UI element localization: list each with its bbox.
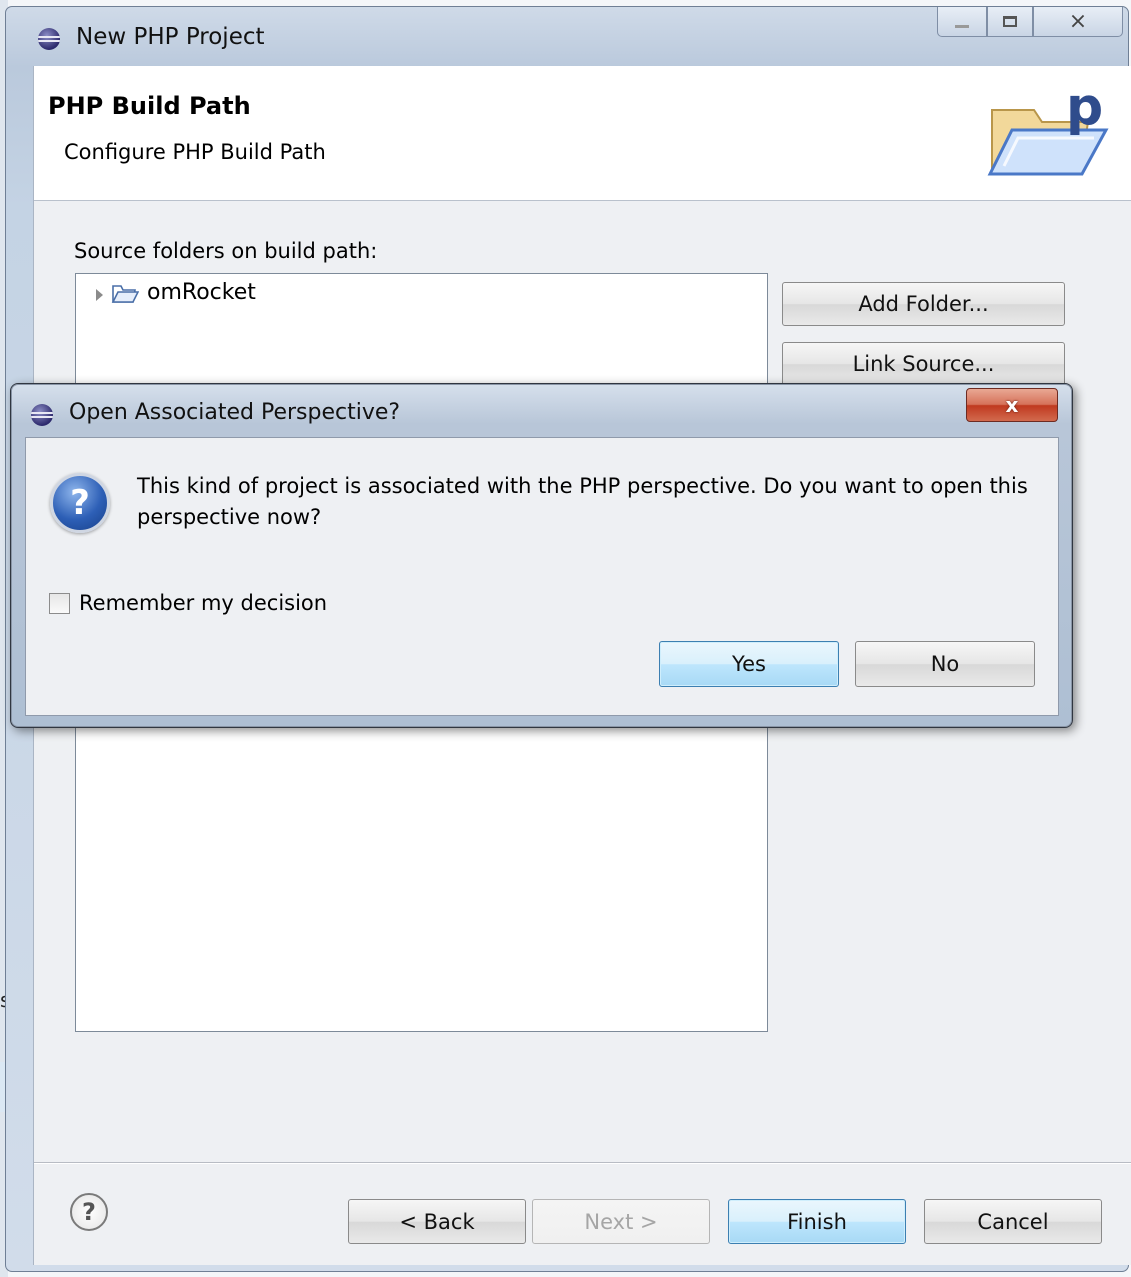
link-source-button[interactable]: Link Source... (782, 342, 1065, 386)
next-button[interactable]: Next > (532, 1199, 710, 1244)
expand-arrow-icon[interactable] (96, 288, 103, 301)
dialog-body: ? This kind of project is associated wit… (25, 437, 1059, 716)
dialog-close-button[interactable]: x (966, 388, 1058, 422)
source-folders-label: Source folders on build path: (74, 239, 378, 263)
dialog-message: This kind of project is associated with … (137, 474, 1028, 529)
eclipse-icon (38, 28, 60, 50)
maximize-button[interactable] (987, 7, 1033, 37)
cancel-button[interactable]: Cancel (924, 1199, 1102, 1244)
footer-separator (34, 1162, 1131, 1164)
help-icon[interactable]: ? (70, 1193, 108, 1231)
wizard-banner: PHP Build Path Configure PHP Build Path … (34, 66, 1131, 201)
window-controls: ⨯ (937, 7, 1123, 37)
page-subtitle: Configure PHP Build Path (64, 140, 326, 164)
maximize-icon (1003, 16, 1017, 27)
eclipse-icon (31, 404, 53, 426)
add-folder-button[interactable]: Add Folder... (782, 282, 1065, 326)
close-button[interactable]: ⨯ (1033, 7, 1123, 37)
tree-item-label: omRocket (147, 280, 256, 305)
close-icon: x (1005, 393, 1019, 417)
dialog-title: Open Associated Perspective? (69, 400, 401, 425)
remember-decision-label: Remember my decision (79, 591, 328, 615)
yes-button[interactable]: Yes (659, 641, 839, 687)
remember-decision-checkbox[interactable] (49, 592, 70, 614)
finish-button[interactable]: Finish (728, 1199, 906, 1244)
tree-item-omrocket[interactable]: omRocket (96, 280, 256, 305)
open-perspective-dialog: Open Associated Perspective? x ? This ki… (10, 383, 1073, 728)
close-icon: ⨯ (1068, 9, 1088, 34)
svg-text:p: p (1066, 82, 1103, 137)
php-folder-icon: p (987, 82, 1109, 176)
minimize-icon (955, 25, 969, 28)
window-title: New PHP Project (76, 24, 265, 50)
minimize-button[interactable] (937, 7, 987, 37)
question-icon: ? (50, 473, 110, 533)
back-button[interactable]: < Back (348, 1199, 526, 1244)
remember-decision-option[interactable]: Remember my decision (49, 591, 327, 615)
page-title: PHP Build Path (48, 92, 251, 120)
no-button[interactable]: No (855, 641, 1035, 687)
window-titlebar[interactable]: New PHP Project ⨯ (6, 7, 1128, 67)
folder-icon (111, 284, 139, 303)
